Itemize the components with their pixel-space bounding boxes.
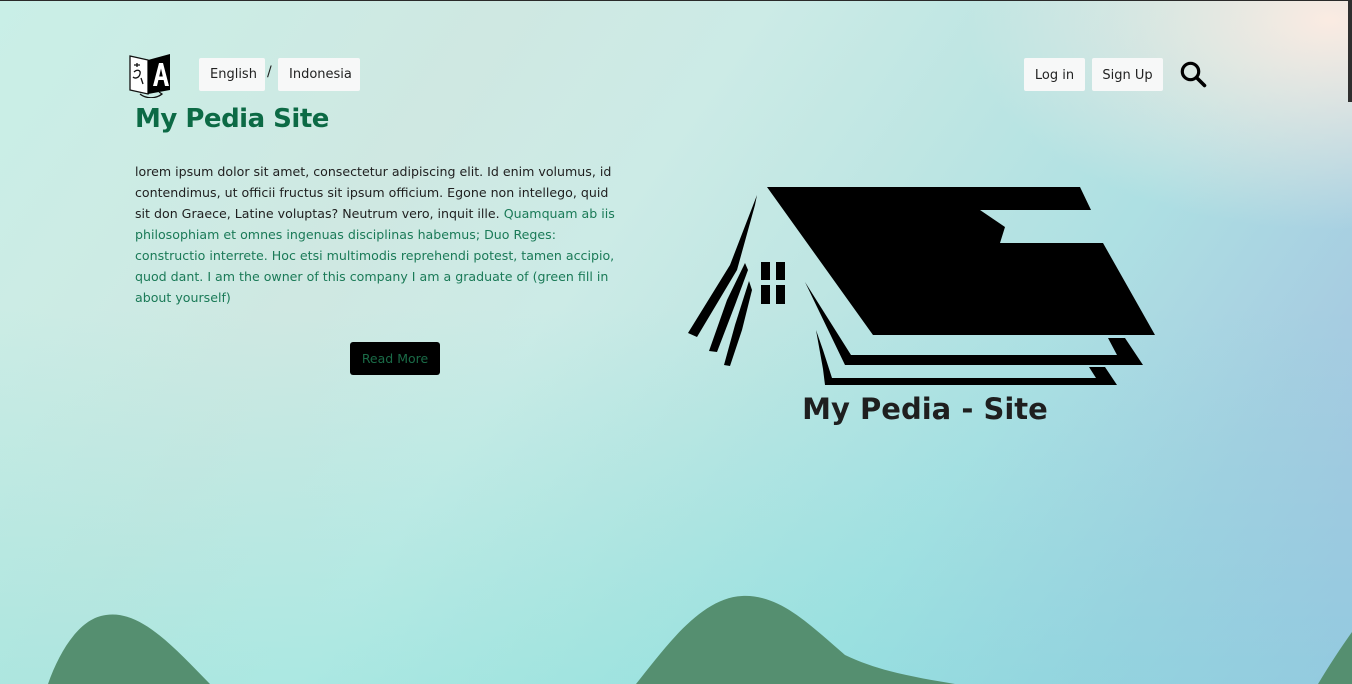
translate-icon: [129, 54, 170, 98]
language-indonesia-button[interactable]: Indonesia: [278, 58, 360, 91]
house-logo: [688, 187, 1155, 385]
scrollbar[interactable]: [1348, 0, 1352, 102]
language-separator: /: [267, 64, 272, 80]
decorative-hills: [48, 595, 1352, 684]
language-english-button[interactable]: English: [199, 58, 265, 91]
intro-paragraph: lorem ipsum dolor sit amet, consectetur …: [135, 161, 625, 308]
read-more-button[interactable]: Read More: [350, 342, 440, 375]
search-icon[interactable]: [1179, 60, 1207, 88]
page-title: My Pedia Site: [135, 104, 329, 134]
page: English / Indonesia Log in Sign Up My Pe…: [0, 0, 1352, 684]
top-divider: [0, 0, 1352, 1]
login-button[interactable]: Log in: [1024, 58, 1085, 91]
logo-wordmark: My Pedia - Site: [802, 392, 1048, 426]
signup-button[interactable]: Sign Up: [1092, 58, 1163, 91]
